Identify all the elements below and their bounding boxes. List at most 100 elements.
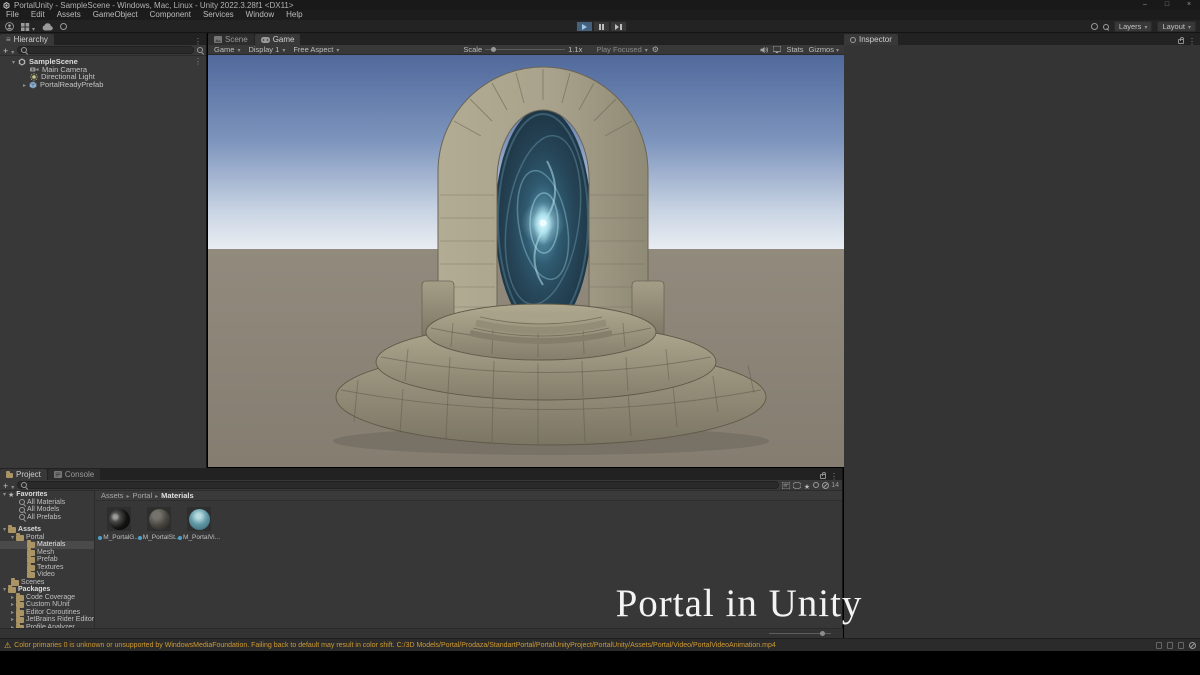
undo-history-icon[interactable]	[1090, 23, 1098, 30]
tree-item-code-coverage[interactable]: Code Coverage	[0, 592, 94, 602]
mute-audio-icon[interactable]	[760, 46, 769, 54]
favorites-root[interactable]: Favorites	[0, 491, 94, 499]
gizmos-dropdown[interactable]: Gizmos	[809, 45, 839, 54]
step-button[interactable]	[610, 21, 627, 32]
console-error-icon[interactable]	[1178, 641, 1184, 649]
foldout-arrow-icon[interactable]	[23, 80, 26, 89]
tab-inspector[interactable]: Inspector	[844, 34, 898, 45]
hierarchy-search-input[interactable]	[17, 46, 194, 54]
progress-indicator-icon[interactable]	[1189, 641, 1196, 649]
tab-scene[interactable]: Scene	[208, 34, 254, 45]
tree-item-jetbrains-rider[interactable]: JetBrains Rider Editor	[0, 615, 95, 624]
console-warning-icon[interactable]	[1167, 641, 1173, 649]
breadcrumb-assets[interactable]: Assets	[101, 491, 124, 500]
scene-icon	[18, 58, 26, 66]
lock-icon[interactable]	[820, 471, 826, 479]
foldout-arrow-icon[interactable]	[3, 526, 6, 533]
search-filter-icon[interactable]	[197, 47, 203, 53]
favorite-all-prefabs[interactable]: All Prefabs	[0, 514, 94, 522]
tree-item-portal[interactable]: Portal	[0, 532, 94, 542]
chevron-down-icon[interactable]	[11, 41, 14, 59]
menu-help[interactable]: Help	[280, 10, 308, 20]
stats-toggle[interactable]: Stats	[786, 45, 803, 54]
asset-item[interactable]: M_PortalG...	[98, 507, 140, 541]
tree-item-label: Editor Coroutines	[26, 608, 81, 616]
lock-icon[interactable]	[1178, 36, 1184, 44]
scale-slider-handle[interactable]	[491, 47, 497, 52]
minimize-button[interactable]	[1134, 0, 1156, 10]
menu-component[interactable]: Component	[144, 10, 197, 20]
asset-name: M_PortalG...	[103, 534, 140, 541]
foldout-arrow-icon[interactable]	[3, 586, 6, 593]
tree-item-custom-nunit[interactable]: Custom NUnit	[0, 600, 94, 609]
tree-item-materials[interactable]: Materials	[0, 540, 94, 549]
game-mode-dropdown[interactable]: Game	[210, 45, 244, 55]
kebab-icon[interactable]	[194, 31, 202, 49]
window-controls	[1134, 0, 1200, 10]
inspector-panel: Inspector	[844, 33, 1200, 638]
console-log-icon[interactable]	[1156, 641, 1162, 649]
menu-window[interactable]: Window	[240, 10, 280, 20]
foldout-arrow-icon[interactable]	[11, 534, 14, 541]
foldout-arrow-icon[interactable]	[11, 601, 14, 608]
asset-item[interactable]: M_PortalVi...	[177, 507, 220, 541]
asset-item[interactable]: M_PortalSt...	[137, 507, 180, 541]
favorite-all-materials[interactable]: All Materials	[0, 499, 94, 507]
play-button[interactable]	[576, 21, 593, 32]
prefab-cube-icon	[29, 81, 37, 89]
folder-icon	[27, 570, 35, 579]
foldout-arrow-icon[interactable]	[11, 594, 14, 601]
maximize-button[interactable]	[1156, 0, 1178, 10]
foldout-arrow-icon[interactable]	[12, 57, 15, 66]
tab-game[interactable]: Game	[254, 34, 301, 45]
thumbnail-size-handle[interactable]	[820, 631, 825, 636]
folder-icon	[6, 470, 13, 478]
foldout-arrow-icon[interactable]	[3, 491, 6, 498]
tree-item-packages[interactable]: Packages	[0, 585, 94, 594]
project-search-input[interactable]	[17, 481, 779, 489]
menu-gameobject[interactable]: GameObject	[87, 10, 144, 20]
foldout-arrow-icon[interactable]	[11, 609, 14, 616]
chevron-down-icon	[1144, 22, 1147, 31]
menu-assets[interactable]: Assets	[51, 10, 87, 20]
tree-item-scenes[interactable]: Scenes	[0, 577, 94, 587]
tree-item-prefab[interactable]: Prefab	[0, 555, 94, 564]
search-by-type-icon[interactable]	[781, 481, 790, 489]
breadcrumb-materials[interactable]: Materials	[161, 491, 194, 500]
game-viewport[interactable]	[208, 55, 844, 467]
breadcrumb-portal[interactable]: Portal	[133, 491, 153, 500]
tree-item-label: JetBrains Rider Editor	[26, 616, 95, 624]
vsync-icon[interactable]	[773, 46, 782, 53]
favorite-all-models[interactable]: All Models	[0, 506, 94, 514]
hierarchy-row-portal-prefab[interactable]: PortalReadyPrefab	[0, 81, 206, 89]
layers-dropdown[interactable]: Layers	[1113, 21, 1153, 32]
tree-item-assets[interactable]: Assets	[0, 525, 94, 534]
tree-item-mesh[interactable]: Mesh	[0, 547, 94, 557]
breadcrumb-separator-icon	[127, 491, 130, 500]
scale-slider[interactable]	[485, 47, 566, 52]
info-icon[interactable]	[813, 482, 820, 488]
pause-button[interactable]	[593, 21, 610, 32]
tree-item-editor-coroutines[interactable]: Editor Coroutines	[0, 607, 94, 617]
status-warning-message[interactable]: Color primaries 0 is unknown or unsuppor…	[14, 642, 776, 649]
status-bar-right	[1156, 641, 1196, 649]
cloud-icon[interactable]	[42, 22, 53, 31]
kebab-icon[interactable]	[194, 57, 202, 66]
search-by-label-icon[interactable]	[792, 481, 801, 489]
account-icon[interactable]	[5, 22, 14, 31]
search-icon[interactable]	[1102, 23, 1109, 30]
hierarchy-row-samplescene[interactable]: SampleScene	[0, 58, 206, 66]
create-button[interactable]	[3, 41, 8, 59]
activity-icon[interactable]	[60, 23, 68, 30]
menu-services[interactable]: Services	[197, 10, 240, 20]
foldout-arrow-icon[interactable]	[11, 616, 14, 623]
tab-console[interactable]: Console	[47, 469, 101, 480]
aspect-dropdown[interactable]: Free Aspect	[289, 45, 343, 55]
gear-icon[interactable]	[652, 45, 659, 54]
tree-item-textures[interactable]: Textures	[0, 562, 94, 572]
display-dropdown[interactable]: Display 1	[244, 45, 289, 55]
hidden-packages-toggle[interactable]: 14	[822, 481, 839, 489]
play-focused-dropdown[interactable]: Play Focused	[592, 45, 651, 55]
close-button[interactable]	[1178, 0, 1200, 10]
kebab-icon[interactable]	[1188, 31, 1196, 49]
